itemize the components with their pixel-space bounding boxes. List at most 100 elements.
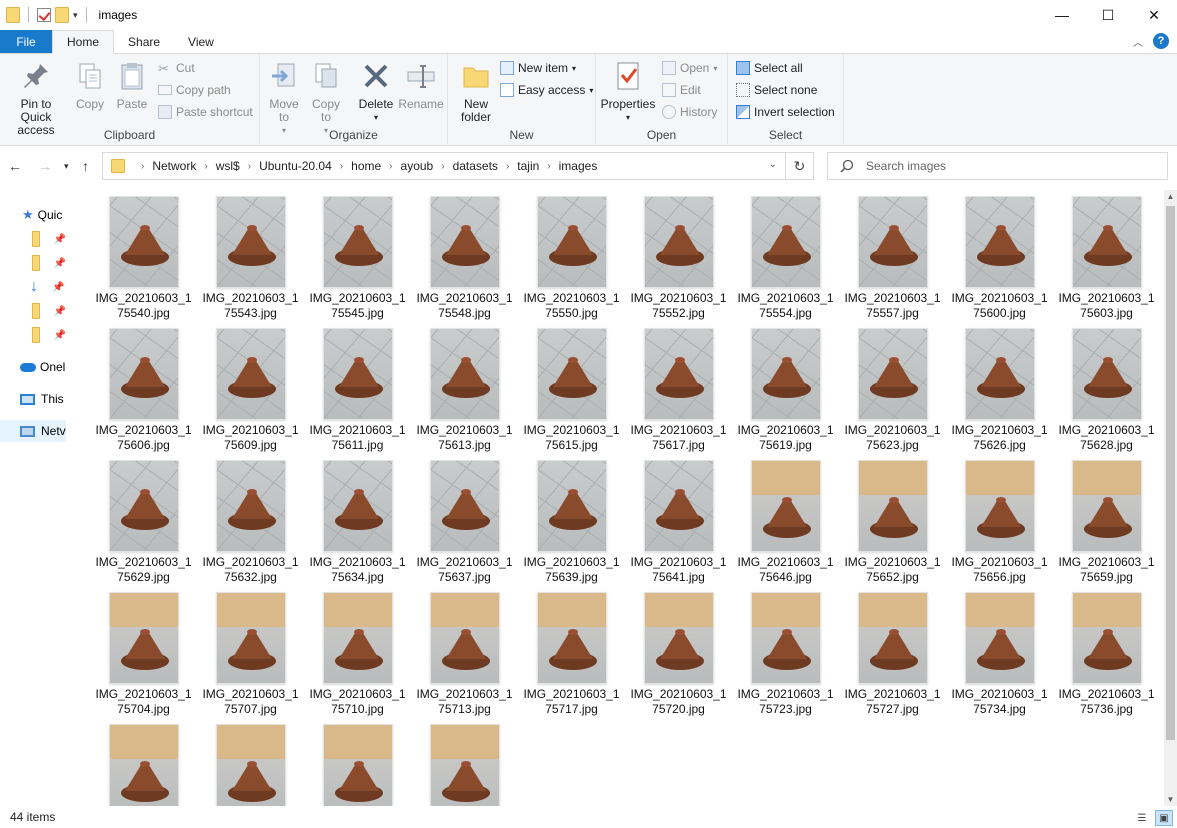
file-item[interactable]: IMG_20210603_175723.jpg xyxy=(732,592,839,724)
breadcrumb-tajin[interactable]: tajin xyxy=(517,159,539,173)
delete-button[interactable]: Delete ▾ xyxy=(356,60,396,124)
easy-access-button[interactable]: Easy access ▾ xyxy=(500,80,593,100)
chevron-right-icon[interactable]: › xyxy=(506,161,509,172)
rename-button[interactable]: Rename xyxy=(398,60,444,111)
file-item[interactable]: IMG_20210603_175637.jpg xyxy=(411,460,518,592)
file-item[interactable] xyxy=(411,724,518,806)
move-to-button[interactable]: Move to ▾ xyxy=(266,60,302,137)
file-item[interactable]: IMG_20210603_175548.jpg xyxy=(411,196,518,328)
file-item[interactable]: IMG_20210603_175639.jpg xyxy=(518,460,625,592)
file-item[interactable]: IMG_20210603_175727.jpg xyxy=(839,592,946,724)
file-item[interactable]: IMG_20210603_175713.jpg xyxy=(411,592,518,724)
up-arrow-icon[interactable]: ↑ xyxy=(82,158,89,174)
tab-view[interactable]: View xyxy=(174,30,228,53)
file-item[interactable]: IMG_20210603_175734.jpg xyxy=(946,592,1053,724)
tab-home[interactable]: Home xyxy=(52,30,115,54)
file-item[interactable]: IMG_20210603_175736.jpg xyxy=(1053,592,1160,724)
search-box[interactable] xyxy=(827,152,1168,180)
file-item[interactable] xyxy=(197,724,304,806)
breadcrumb-ayoub[interactable]: ayoub xyxy=(401,159,434,173)
file-item[interactable]: IMG_20210603_175545.jpg xyxy=(304,196,411,328)
file-item[interactable]: IMG_20210603_175606.jpg xyxy=(90,328,197,460)
copy-button[interactable]: Copy xyxy=(72,60,108,111)
file-item[interactable]: IMG_20210603_175717.jpg xyxy=(518,592,625,724)
file-item[interactable]: IMG_20210603_175646.jpg xyxy=(732,460,839,592)
breadcrumb-datasets[interactable]: datasets xyxy=(453,159,498,173)
properties-button[interactable]: Properties ▾ xyxy=(600,60,656,124)
select-all-button[interactable]: Select all xyxy=(736,58,803,78)
scrollbar-thumb[interactable] xyxy=(1166,206,1175,740)
invert-selection-button[interactable]: Invert selection xyxy=(736,102,835,122)
chevron-right-icon[interactable]: › xyxy=(141,161,144,172)
nav-pinned-folder[interactable]: 📌 xyxy=(0,228,66,250)
pin-to-quick-access-button[interactable]: Pin to Quick access xyxy=(4,60,68,137)
file-item[interactable]: IMG_20210603_175710.jpg xyxy=(304,592,411,724)
file-item[interactable]: IMG_20210603_175628.jpg xyxy=(1053,328,1160,460)
paste-button[interactable]: Paste xyxy=(112,60,152,111)
breadcrumb-home[interactable]: home xyxy=(351,159,381,173)
recent-locations-dropdown-icon[interactable]: ▾ xyxy=(64,161,69,172)
refresh-icon[interactable]: ↻ xyxy=(786,152,814,180)
breadcrumb-ubuntu[interactable]: Ubuntu-20.04 xyxy=(259,159,332,173)
select-none-button[interactable]: Select none xyxy=(736,80,817,100)
scroll-down-icon[interactable]: ▼ xyxy=(1164,795,1177,804)
file-item[interactable]: IMG_20210603_175615.jpg xyxy=(518,328,625,460)
file-item[interactable]: IMG_20210603_175632.jpg xyxy=(197,460,304,592)
scroll-up-icon[interactable]: ▲ xyxy=(1164,192,1177,201)
breadcrumb-images[interactable]: images xyxy=(559,159,598,173)
nav-pinned-folder[interactable]: 📌 xyxy=(0,252,66,274)
file-item[interactable]: IMG_20210603_175634.jpg xyxy=(304,460,411,592)
properties-check-icon[interactable] xyxy=(37,8,51,22)
new-folder-icon[interactable] xyxy=(55,7,69,23)
file-item[interactable]: IMG_20210603_175720.jpg xyxy=(625,592,732,724)
file-item[interactable]: IMG_20210603_175609.jpg xyxy=(197,328,304,460)
help-icon[interactable]: ? xyxy=(1153,33,1169,49)
forward-arrow-icon[interactable]: → xyxy=(38,158,52,174)
large-icons-view-icon[interactable]: ▣ xyxy=(1155,810,1173,826)
vertical-scrollbar[interactable]: ▲ ▼ xyxy=(1164,190,1177,806)
collapse-ribbon-icon[interactable]: ︿ xyxy=(1133,34,1143,49)
nav-quick-access[interactable]: ★ Quic xyxy=(0,204,66,226)
new-item-button[interactable]: New item ▾ xyxy=(500,58,576,78)
file-item[interactable] xyxy=(304,724,411,806)
file-item[interactable]: IMG_20210603_175641.jpg xyxy=(625,460,732,592)
paste-shortcut-button[interactable]: Paste shortcut xyxy=(158,102,253,122)
file-item[interactable]: IMG_20210603_175557.jpg xyxy=(839,196,946,328)
minimize-button[interactable]: — xyxy=(1039,0,1085,30)
chevron-right-icon[interactable]: › xyxy=(248,161,251,172)
file-item[interactable]: IMG_20210603_175619.jpg xyxy=(732,328,839,460)
edit-button[interactable]: Edit xyxy=(662,80,701,100)
copy-path-button[interactable]: Copy path xyxy=(158,80,231,100)
nav-this-pc[interactable]: This xyxy=(0,388,66,410)
nav-network[interactable]: Netv xyxy=(0,420,66,442)
tab-share[interactable]: Share xyxy=(114,30,174,53)
file-item[interactable]: IMG_20210603_175656.jpg xyxy=(946,460,1053,592)
new-folder-button[interactable]: New folder xyxy=(456,60,496,124)
back-arrow-icon[interactable]: ← xyxy=(8,158,22,174)
file-item[interactable]: IMG_20210603_175652.jpg xyxy=(839,460,946,592)
chevron-right-icon[interactable]: › xyxy=(441,161,444,172)
file-item[interactable]: IMG_20210603_175554.jpg xyxy=(732,196,839,328)
nav-pinned-folder[interactable]: 📌 xyxy=(0,324,66,346)
file-item[interactable]: IMG_20210603_175626.jpg xyxy=(946,328,1053,460)
file-item[interactable]: IMG_20210603_175540.jpg xyxy=(90,196,197,328)
address-history-dropdown-icon[interactable]: ⌄ xyxy=(769,159,777,170)
cut-button[interactable]: ✂ Cut xyxy=(158,58,195,78)
chevron-right-icon[interactable]: › xyxy=(204,161,207,172)
file-item[interactable]: IMG_20210603_175629.jpg xyxy=(90,460,197,592)
copy-to-button[interactable]: Copy to ▾ xyxy=(308,60,344,137)
close-button[interactable]: ✕ xyxy=(1131,0,1177,30)
file-item[interactable] xyxy=(90,724,197,806)
file-item[interactable]: IMG_20210603_175613.jpg xyxy=(411,328,518,460)
chevron-right-icon[interactable]: › xyxy=(547,161,550,172)
file-item[interactable]: IMG_20210603_175659.jpg xyxy=(1053,460,1160,592)
nav-downloads[interactable]: ↓ 📌 xyxy=(0,276,66,298)
chevron-right-icon[interactable]: › xyxy=(389,161,392,172)
breadcrumb-wsl[interactable]: wsl$ xyxy=(216,159,240,173)
breadcrumb-network[interactable]: Network xyxy=(152,159,196,173)
file-item[interactable]: IMG_20210603_175611.jpg xyxy=(304,328,411,460)
file-item[interactable]: IMG_20210603_175603.jpg xyxy=(1053,196,1160,328)
file-item[interactable]: IMG_20210603_175617.jpg xyxy=(625,328,732,460)
history-button[interactable]: History xyxy=(662,102,717,122)
customize-toolbar-dropdown[interactable]: ▾ xyxy=(73,10,78,21)
